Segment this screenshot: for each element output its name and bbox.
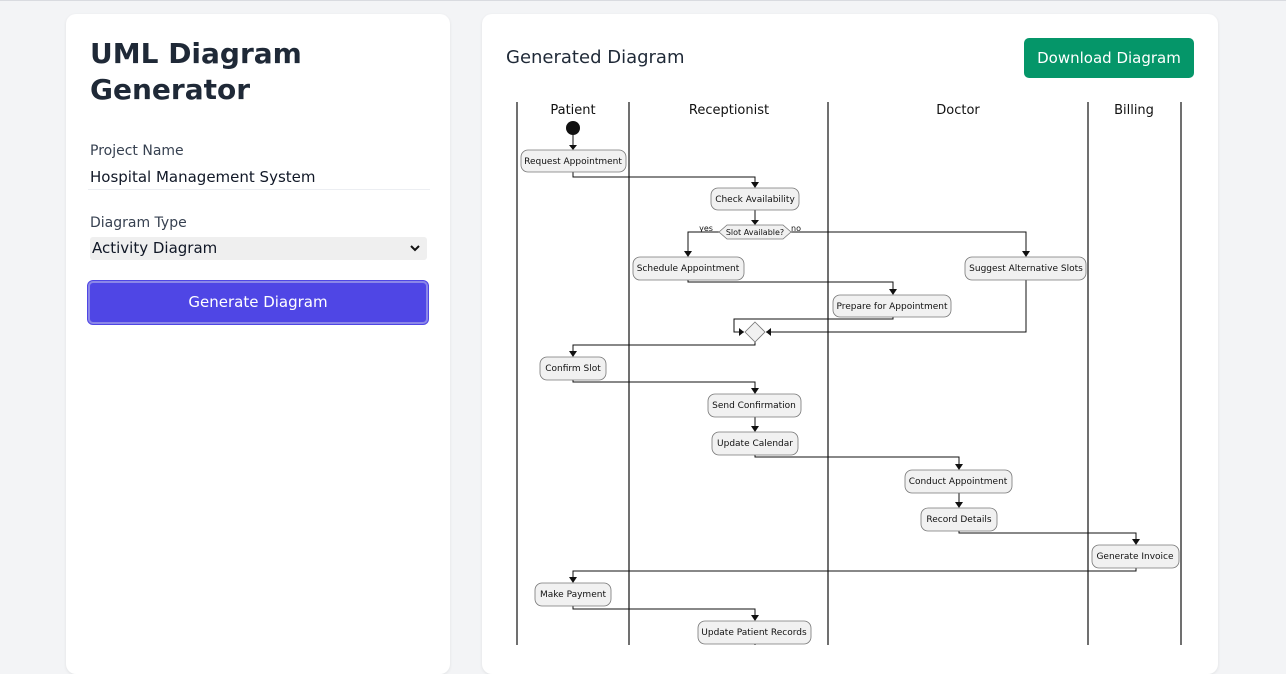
chevron-down-icon: [409, 237, 421, 268]
activity-label: Generate Invoice: [1096, 552, 1174, 562]
activity-make-payment: Make Payment: [534, 582, 612, 607]
lane-title-patient: Patient: [550, 103, 595, 118]
activity-confirm-slot: Confirm Slot: [539, 356, 607, 381]
activity-label: Update Patient Records: [701, 628, 807, 638]
generator-form-panel: UML Diagram Generator Project Name Diagr…: [66, 14, 450, 674]
activity-conduct-appointment: Conduct Appointment: [904, 469, 1013, 494]
activity-label: Make Payment: [540, 590, 606, 600]
activity-generate-invoice: Generate Invoice: [1091, 544, 1180, 569]
activity-label: Record Details: [926, 515, 991, 525]
decision-no-label: no: [791, 224, 801, 233]
activity-update-calendar: Update Calendar: [711, 431, 799, 456]
diagram-panel: Generated Diagram Download Diagram Patie…: [482, 14, 1218, 674]
diagram-type-value: Activity Diagram: [92, 239, 218, 257]
swimlane-dividers: [516, 102, 1182, 645]
app-title: UML Diagram Generator: [90, 37, 302, 106]
activity-send-confirmation: Send Confirmation: [707, 393, 802, 418]
diagram-type-label: Diagram Type: [90, 215, 187, 231]
decision-label: Slot Available?: [726, 228, 784, 237]
merge-node: [744, 321, 766, 343]
activity-prepare-for-appointment: Prepare for Appointment: [832, 294, 952, 318]
activity-diagram: Patient Receptionist Doctor Billing Requ…: [516, 102, 1182, 645]
activity-label: Suggest Alternative Slots: [969, 264, 1083, 274]
project-name-input[interactable]: [88, 165, 430, 190]
lane-title-receptionist: Receptionist: [689, 103, 769, 118]
activity-label: Prepare for Appointment: [836, 302, 948, 312]
top-border: [0, 0, 1286, 1]
activity-request-appointment: Request Appointment: [520, 149, 627, 173]
activity-suggest-alternative-slots: Suggest Alternative Slots: [964, 256, 1087, 281]
lane-title-doctor: Doctor: [936, 103, 980, 118]
lane-title-billing: Billing: [1114, 103, 1154, 118]
diagram-type-select[interactable]: Activity Diagram: [90, 237, 427, 260]
flow-connectors: [569, 135, 1140, 645]
generate-diagram-button[interactable]: Generate Diagram: [88, 281, 428, 324]
start-node: [566, 121, 580, 135]
activity-label: Request Appointment: [524, 157, 622, 167]
activity-label: Check Availability: [715, 195, 795, 205]
activity-label: Conduct Appointment: [909, 477, 1008, 487]
activity-record-details: Record Details: [920, 507, 998, 532]
activity-label: Update Calendar: [717, 439, 793, 449]
decision-yes-label: yes: [699, 224, 713, 233]
project-name-label: Project Name: [90, 143, 184, 159]
activity-update-patient-records: Update Patient Records: [697, 620, 812, 645]
activity-schedule-appointment: Schedule Appointment: [632, 256, 745, 281]
activity-label: Schedule Appointment: [637, 264, 740, 274]
activity-check-availability: Check Availability: [710, 187, 800, 211]
activity-label: Confirm Slot: [545, 364, 601, 374]
activity-label: Send Confirmation: [712, 401, 796, 411]
